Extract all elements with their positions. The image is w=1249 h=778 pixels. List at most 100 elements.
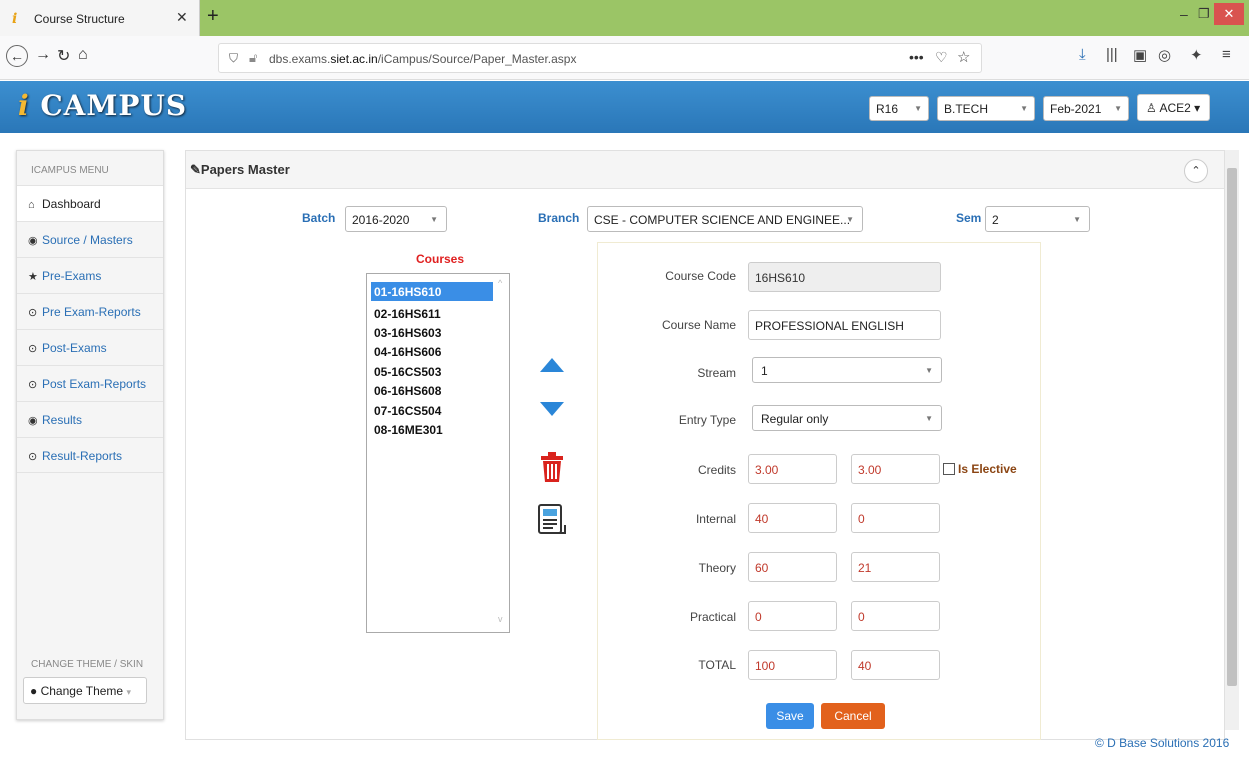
bookmark-star-icon[interactable]: ☆: [957, 48, 970, 66]
window-close-icon[interactable]: ✕: [1214, 3, 1244, 25]
sidebar-icon[interactable]: ▣: [1133, 46, 1147, 64]
sidebar-item-pre-exams[interactable]: ★ Pre-Exams: [17, 257, 163, 293]
window-minimize-icon[interactable]: –: [1180, 6, 1188, 22]
course-item[interactable]: 07-16CS504: [371, 401, 493, 420]
window-restore-icon[interactable]: ❐: [1198, 6, 1210, 22]
course-name-label: Course Name: [661, 318, 736, 332]
branch-label: Branch: [538, 211, 580, 225]
internal-input-2[interactable]: 0: [851, 503, 940, 533]
shield-icon[interactable]: ⛉: [229, 51, 238, 66]
course-name-input[interactable]: PROFESSIONAL ENGLISH: [748, 310, 941, 340]
practical-label: Practical: [689, 610, 736, 624]
menu-header: ICAMPUS MENU: [31, 165, 109, 176]
eye-icon: ◉: [28, 235, 38, 247]
sidebar-item-dashboard[interactable]: ⌂ Dashboard: [17, 185, 163, 221]
collapse-panel-icon[interactable]: ⌃: [1184, 159, 1208, 183]
change-theme-button[interactable]: ● Change Theme ▾: [23, 677, 147, 704]
extensions-icon[interactable]: ✦: [1190, 46, 1203, 64]
new-tab-icon[interactable]: +: [207, 5, 219, 28]
account-icon[interactable]: ◎: [1158, 46, 1171, 64]
document-icon[interactable]: [537, 503, 567, 539]
save-button[interactable]: Save: [766, 703, 814, 729]
list-scroll-down-icon[interactable]: v: [498, 614, 503, 624]
address-bar[interactable]: ⛉ 🔓︎ dbs.exams.siet.ac.in/iCampus/Source…: [218, 43, 982, 73]
courses-label: Courses: [416, 252, 465, 266]
menu-icon[interactable]: ≡: [1222, 46, 1231, 63]
pocket-icon[interactable]: ♡: [935, 49, 948, 66]
library-icon[interactable]: |||: [1106, 46, 1118, 63]
theory-input-1[interactable]: 60: [748, 552, 837, 582]
forward-icon[interactable]: →: [35, 46, 51, 64]
report-icon: ⊙: [28, 307, 38, 319]
move-up-icon[interactable]: [540, 358, 564, 372]
report-icon: ⊙: [28, 451, 38, 463]
report-icon: ⊙: [28, 343, 38, 355]
stream-select[interactable]: 1 ▼: [752, 357, 942, 383]
panel-title: ✎Papers Master: [190, 162, 290, 177]
list-scroll-up-icon[interactable]: ^: [498, 278, 502, 288]
move-down-icon[interactable]: [540, 402, 564, 416]
sem-select[interactable]: 2 ▼: [985, 206, 1090, 232]
page-actions-icon[interactable]: •••: [909, 49, 924, 65]
icampus-logo: i CAMPUS: [18, 89, 188, 122]
regulation-select[interactable]: R16 ▼: [869, 96, 929, 121]
courses-listbox[interactable]: 01-16HS610 02-16HS611 03-16HS603 04-16HS…: [366, 273, 510, 633]
user-menu-button[interactable]: ♙ ACE2 ▾: [1137, 94, 1210, 121]
theme-header: CHANGE THEME / SKIN: [31, 659, 144, 670]
user-icon: ♙: [1146, 101, 1160, 115]
credits-input-1[interactable]: 3.00: [748, 454, 837, 484]
is-elective-checkbox[interactable]: [943, 463, 955, 475]
total-input-1[interactable]: 100: [748, 650, 837, 680]
theory-input-2[interactable]: 21: [851, 552, 940, 582]
branch-select[interactable]: CSE - COMPUTER SCIENCE AND ENGINEE... ▼: [587, 206, 863, 232]
credits-label: Credits: [697, 463, 736, 477]
sidebar-item-result-reports[interactable]: ⊙ Result-Reports: [17, 437, 163, 473]
entry-type-label: Entry Type: [678, 413, 736, 427]
stream-label: Stream: [697, 366, 736, 380]
course-item[interactable]: 08-16ME301: [371, 420, 493, 439]
insecure-lock-icon[interactable]: 🔓︎: [249, 50, 257, 66]
url-text[interactable]: dbs.exams.siet.ac.in/iCampus/Source/Pape…: [269, 52, 576, 66]
download-icon[interactable]: ⤓: [1079, 46, 1086, 63]
course-item[interactable]: 03-16HS603: [371, 323, 493, 342]
site-favicon-icon: i: [12, 11, 18, 27]
home-icon: ⌂: [28, 199, 35, 211]
tab-title: Course Structure: [34, 12, 125, 26]
course-item[interactable]: 05-16CS503: [371, 362, 493, 381]
theory-label: Theory: [698, 561, 736, 575]
sem-label: Sem: [956, 211, 982, 225]
delete-trash-icon[interactable]: [540, 452, 564, 482]
sidebar-item-post-exam-reports[interactable]: ⊙ Post Exam-Reports: [17, 365, 163, 401]
home-icon[interactable]: ⌂: [78, 46, 88, 64]
batch-select[interactable]: 2016-2020 ▼: [345, 206, 447, 232]
practical-input-2[interactable]: 0: [851, 601, 940, 631]
course-code-label: Course Code: [665, 269, 736, 283]
entry-type-select[interactable]: Regular only ▼: [752, 405, 942, 431]
sidebar-item-source-masters[interactable]: ◉ Source / Masters: [17, 221, 163, 257]
scrollbar-thumb[interactable]: [1227, 168, 1237, 686]
course-item[interactable]: 04-16HS606: [371, 342, 493, 361]
report-icon: ⊙: [28, 379, 38, 391]
course-item[interactable]: 01-16HS610: [371, 282, 493, 301]
exam-select[interactable]: Feb-2021 ▼: [1043, 96, 1129, 121]
eye-icon: ◉: [28, 415, 38, 427]
credits-input-2[interactable]: 3.00: [851, 454, 940, 484]
course-item[interactable]: 06-16HS608: [371, 381, 493, 400]
back-icon[interactable]: ←: [6, 45, 28, 67]
reload-icon[interactable]: ↻: [57, 46, 70, 66]
sidebar-item-pre-exam-reports[interactable]: ⊙ Pre Exam-Reports: [17, 293, 163, 329]
internal-label: Internal: [695, 512, 736, 526]
sidebar-item-results[interactable]: ◉ Results: [17, 401, 163, 437]
practical-input-1[interactable]: 0: [748, 601, 837, 631]
sidebar-item-post-exams[interactable]: ⊙ Post-Exams: [17, 329, 163, 365]
course-code-input[interactable]: 16HS610: [748, 262, 941, 292]
sidebar: ICAMPUS MENU ⌂ Dashboard ◉ Source / Master…: [16, 150, 164, 720]
cancel-button[interactable]: Cancel: [821, 703, 885, 729]
degree-select[interactable]: B.TECH ▼: [937, 96, 1035, 121]
browser-tab[interactable]: i Course Structure ✕: [0, 0, 200, 36]
total-input-2[interactable]: 40: [851, 650, 940, 680]
browser-tab-bar: i Course Structure ✕ + – ❐ ✕: [0, 0, 1249, 36]
tab-close-icon[interactable]: ✕: [176, 9, 188, 26]
internal-input-1[interactable]: 40: [748, 503, 837, 533]
course-item[interactable]: 02-16HS611: [371, 304, 493, 323]
